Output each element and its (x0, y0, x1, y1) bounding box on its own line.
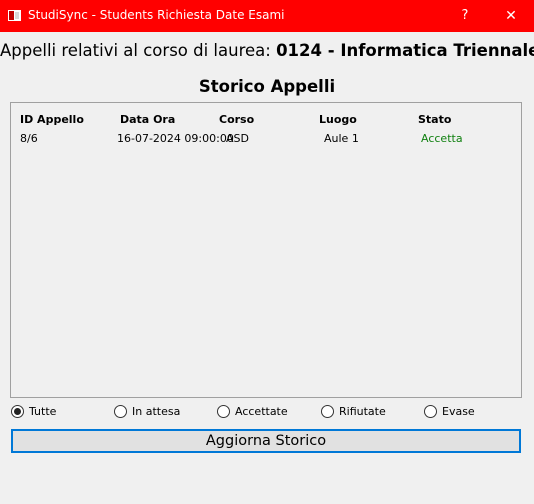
refresh-history-button[interactable]: Aggiorna Storico (11, 429, 521, 453)
close-button[interactable]: ✕ (488, 0, 534, 32)
filter-label: Tutte (29, 405, 57, 418)
course-code: 0124 (276, 41, 323, 60)
course-separator: - (322, 41, 341, 60)
radio-unselected-icon (217, 405, 230, 418)
column-header-id: ID Appello (20, 113, 84, 126)
help-button[interactable]: ? (450, 0, 480, 32)
course-heading-prefix: Appelli relativi al corso di laurea: (0, 41, 277, 60)
status-filter-group: Tutte In attesa Accettate Rifiutate Evas… (0, 405, 534, 423)
column-header-status: Stato (418, 113, 452, 126)
filter-label: Rifiutate (339, 405, 386, 418)
radio-unselected-icon (114, 405, 127, 418)
cell-datetime[interactable]: 16-07-2024 09:00:00 (117, 132, 234, 145)
filter-evase[interactable]: Evase (424, 405, 475, 418)
column-header-place: Luogo (319, 113, 357, 126)
cell-course[interactable]: ASD (226, 132, 249, 145)
history-table[interactable]: ID Appello Data Ora Corso Luogo Stato 8/… (10, 102, 522, 398)
title-bar: StudiSync - Students Richiesta Date Esam… (0, 0, 534, 32)
filter-rifiutate[interactable]: Rifiutate (321, 405, 386, 418)
radio-unselected-icon (424, 405, 437, 418)
filter-in-attesa[interactable]: In attesa (114, 405, 180, 418)
window-title: StudiSync - Students Richiesta Date Esam… (28, 8, 285, 22)
cell-id[interactable]: 8/6 (20, 132, 38, 145)
filter-label: In attesa (132, 405, 181, 418)
radio-selected-icon (11, 405, 24, 418)
filter-accettate[interactable]: Accettate (217, 405, 288, 418)
filter-label: Evase (442, 405, 475, 418)
course-name: Informatica Triennale (340, 41, 534, 60)
cell-place[interactable]: Aule 1 (324, 132, 359, 145)
app-icon (8, 10, 21, 21)
cell-status[interactable]: Accetta (421, 132, 463, 145)
filter-tutte[interactable]: Tutte (11, 405, 56, 418)
course-heading: Appelli relativi al corso di laurea: 012… (0, 41, 534, 60)
column-header-course: Corso (219, 113, 255, 126)
filter-label: Accettate (235, 405, 288, 418)
column-header-datetime: Data Ora (120, 113, 176, 126)
radio-unselected-icon (321, 405, 334, 418)
section-title: Storico Appelli (198, 77, 336, 96)
